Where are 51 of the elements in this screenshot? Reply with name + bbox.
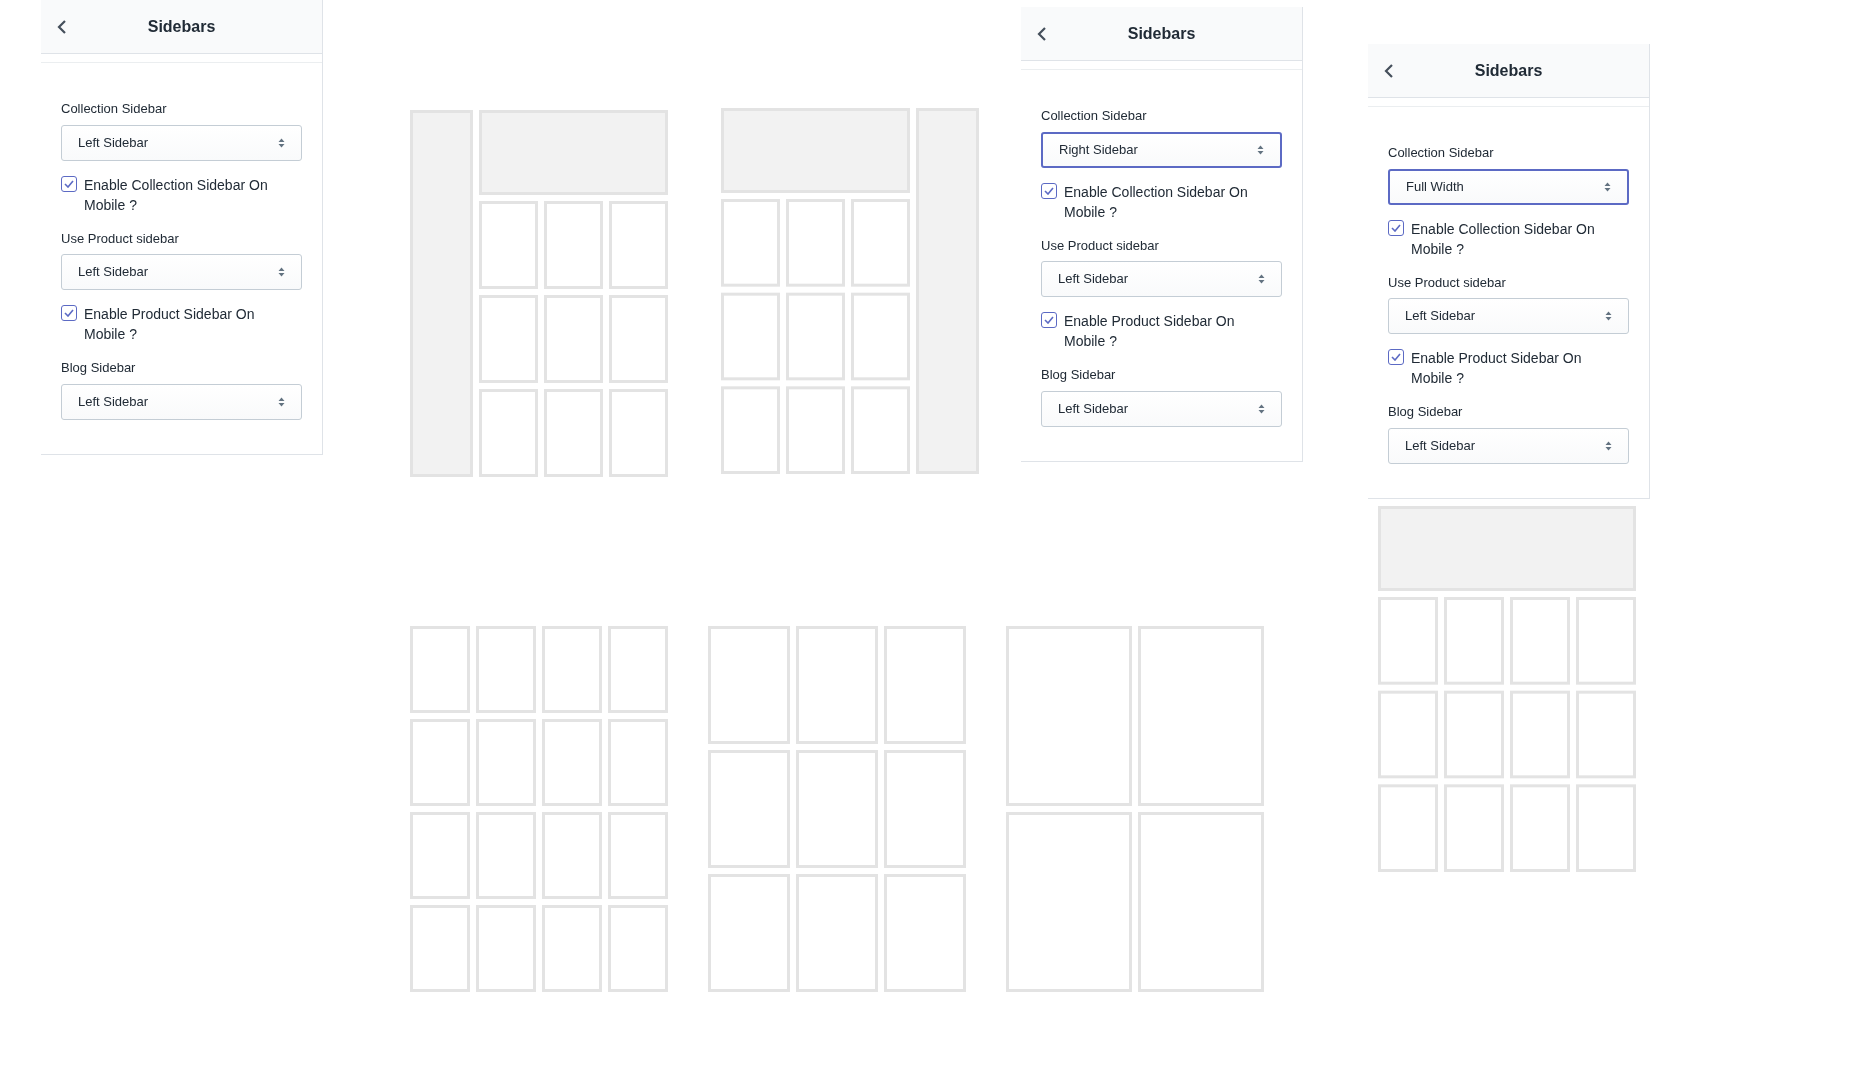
field-label: Use Product sidebar xyxy=(61,229,180,248)
field-label: Blog Sidebar xyxy=(61,359,137,377)
checkbox-label: Enable Collection Sidebar On Mobile ? xyxy=(84,175,269,215)
select-dropdown[interactable]: Left Sidebar xyxy=(1041,390,1282,427)
sort-arrows-icon xyxy=(1258,403,1265,414)
checkmark-icon xyxy=(1044,186,1054,195)
checkmark-icon xyxy=(64,309,74,317)
select-dropdown[interactable]: Left Sidebar xyxy=(1388,427,1629,464)
field-label: Blog Sidebar xyxy=(1388,403,1464,421)
checkbox[interactable] xyxy=(1041,182,1057,199)
checkbox[interactable] xyxy=(1041,312,1057,328)
field-label: Use Product sidebar xyxy=(1041,236,1160,255)
checkbox[interactable] xyxy=(1388,349,1404,365)
select-dropdown[interactable]: Left Sidebar xyxy=(61,383,302,420)
back-icon[interactable] xyxy=(1035,25,1049,43)
select-dropdown[interactable]: Left Sidebar xyxy=(61,124,302,161)
sort-arrows-icon xyxy=(1605,311,1612,321)
field-label: Collection Sidebar xyxy=(61,100,168,118)
sort-arrows-icon xyxy=(1258,274,1265,284)
sort-arrows-icon xyxy=(1604,181,1611,192)
checkbox-label: Enable Product Sidebar On Mobile ? xyxy=(1411,349,1583,388)
field-label: Collection Sidebar xyxy=(1041,107,1148,125)
select-dropdown[interactable]: Right Sidebar xyxy=(1041,131,1282,168)
checkbox-label: Enable Collection Sidebar On Mobile ? xyxy=(1411,219,1596,259)
back-icon[interactable] xyxy=(55,18,69,36)
sort-arrows-icon xyxy=(1605,440,1612,451)
checkbox[interactable] xyxy=(61,175,77,192)
sort-arrows-icon xyxy=(278,267,285,277)
panel-title: Sidebars xyxy=(1127,23,1196,44)
checkbox-label: Enable Product Sidebar On Mobile ? xyxy=(84,305,256,344)
field-label: Use Product sidebar xyxy=(1388,273,1507,292)
select-dropdown[interactable]: Full Width xyxy=(1388,168,1629,205)
checkbox-label: Enable Collection Sidebar On Mobile ? xyxy=(1064,182,1249,222)
sort-arrows-icon xyxy=(1257,144,1264,155)
panel-title: Sidebars xyxy=(147,16,216,37)
checkbox-label: Enable Product Sidebar On Mobile ? xyxy=(1064,312,1236,351)
field-label: Collection Sidebar xyxy=(1388,144,1495,162)
checkmark-icon xyxy=(1044,316,1054,324)
checkmark-icon xyxy=(1391,353,1401,361)
back-icon[interactable] xyxy=(1382,62,1396,80)
sort-arrows-icon xyxy=(278,137,285,148)
select-dropdown[interactable]: Left Sidebar xyxy=(1041,261,1282,297)
field-label: Blog Sidebar xyxy=(1041,366,1117,384)
select-dropdown[interactable]: Left Sidebar xyxy=(61,254,302,290)
sort-arrows-icon xyxy=(278,396,285,407)
checkbox[interactable] xyxy=(1388,219,1404,236)
select-dropdown[interactable]: Left Sidebar xyxy=(1388,298,1629,334)
checkmark-icon xyxy=(1391,223,1401,232)
checkbox[interactable] xyxy=(61,305,77,321)
checkmark-icon xyxy=(64,179,74,188)
panel-title: Sidebars xyxy=(1474,60,1543,81)
